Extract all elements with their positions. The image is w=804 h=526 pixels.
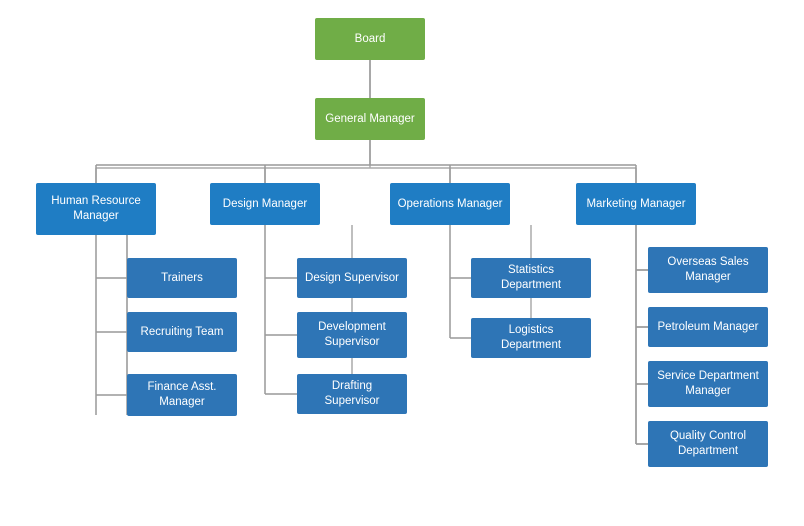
node-finance: Finance Asst. Manager [127, 374, 237, 416]
node-design_sup: Design Supervisor [297, 258, 407, 298]
node-mm: Marketing Manager [576, 183, 696, 225]
node-trainers: Trainers [127, 258, 237, 298]
node-overseas: Overseas Sales Manager [648, 247, 768, 293]
node-logistics: Logistics Department [471, 318, 591, 358]
node-om: Operations Manager [390, 183, 510, 225]
node-draft_sup: Drafting Supervisor [297, 374, 407, 414]
node-stats: Statistics Department [471, 258, 591, 298]
node-board: Board [315, 18, 425, 60]
node-gm: General Manager [315, 98, 425, 140]
node-petroleum: Petroleum Manager [648, 307, 768, 347]
node-hrm: Human Resource Manager [36, 183, 156, 235]
node-dm: Design Manager [210, 183, 320, 225]
node-qc: Quality Control Department [648, 421, 768, 467]
org-chart: Board General Manager Human Resource Manag… [0, 0, 804, 526]
node-recruiting: Recruiting Team [127, 312, 237, 352]
node-dev_sup: Development Supervisor [297, 312, 407, 358]
node-service: Service Department Manager [648, 361, 768, 407]
